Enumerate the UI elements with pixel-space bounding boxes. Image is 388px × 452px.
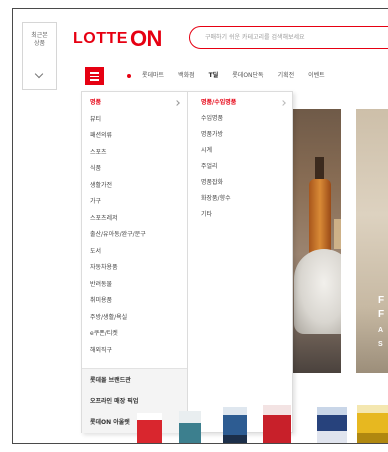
glass-shape (334, 219, 341, 249)
chevron-right-icon (280, 100, 286, 106)
product-thumbnail[interactable] (263, 405, 291, 443)
main-nav: 롯데마트 백화점 T딜 롯데ON단독 기획전 이벤트 (142, 71, 325, 81)
category-item[interactable]: 명품 (90, 98, 101, 108)
category-list: 명품 뷰티 패션의류 스포츠 식품 생활가전 가구 스포츠레저 출산/유아동/완… (82, 92, 188, 433)
product-thumbnail[interactable] (223, 407, 247, 443)
category-item[interactable]: 출산/유아동/완구/문구 (90, 230, 146, 240)
category-item[interactable]: 스포츠 (90, 148, 107, 158)
product-thumbnail[interactable] (137, 413, 162, 443)
category-menu-button[interactable] (85, 67, 104, 85)
subcategory-item[interactable]: 화장품/향수 (201, 194, 231, 204)
service-link[interactable]: 롯데ON 아울렛 (90, 418, 130, 428)
subcategory-item[interactable]: 시계 (201, 146, 212, 156)
nav-item[interactable]: 롯데마트 (142, 71, 164, 81)
category-item[interactable]: 주방/생활/욕실 (90, 313, 127, 323)
banner-text: A (378, 327, 384, 334)
banner-text: F (378, 295, 385, 306)
product-thumbnail[interactable] (317, 407, 347, 443)
category-item[interactable]: 자동차용품 (90, 263, 118, 273)
search-input[interactable] (205, 32, 388, 43)
hamburger-line-icon (90, 72, 99, 74)
side-banner-image[interactable]: F F A S (356, 109, 388, 373)
category-item[interactable]: 도서 (90, 247, 101, 257)
subcategory-item[interactable]: 명품가방 (201, 130, 223, 140)
service-link[interactable]: 롯데몰 브랜드관 (90, 376, 131, 386)
category-item[interactable]: 식품 (90, 164, 101, 174)
category-item[interactable]: 취미용품 (90, 296, 112, 306)
nav-item[interactable]: 백화점 (178, 71, 195, 81)
category-item[interactable]: 가구 (90, 197, 101, 207)
category-item[interactable]: 반려동물 (90, 280, 112, 290)
hamburger-line-icon (90, 79, 99, 81)
search-bar[interactable] (189, 26, 388, 49)
subcategory-list: 명품/수입명품 수입명품 명품가방 시계 주얼리 명품잡화 화장품/향수 기타 (188, 92, 292, 432)
lotte-on-logo[interactable]: LOTTEON (73, 26, 162, 52)
browser-frame: 최근본 상품 LOTTEON 롯데마트 백화점 T딜 롯데ON단독 기획전 이벤… (12, 8, 388, 444)
recent-viewed-label: 최근본 (31, 32, 48, 39)
plush-shape (294, 249, 341, 334)
nav-item[interactable]: 기획전 (278, 71, 295, 81)
chevron-down-icon[interactable] (34, 69, 44, 79)
chevron-right-icon (174, 100, 180, 106)
category-dropdown: 명품 뷰티 패션의류 스포츠 식품 생활가전 가구 스포츠레저 출산/유아동/완… (81, 91, 293, 433)
banner-text: S (378, 341, 383, 348)
subcategory-title[interactable]: 명품/수입명품 (201, 98, 236, 108)
hamburger-line-icon (90, 75, 99, 77)
nav-dot-icon (127, 74, 131, 78)
subcategory-item[interactable]: 기타 (201, 210, 212, 220)
nav-item[interactable]: 롯데ON단독 (232, 71, 263, 81)
bottle-neck-shape (315, 157, 324, 181)
category-item[interactable]: 생활가전 (90, 181, 112, 191)
service-links: 롯데몰 브랜드관 오프라인 매장 픽업 롯데ON 아울렛 (82, 368, 187, 433)
category-item[interactable]: 스포츠레저 (90, 214, 118, 224)
product-thumbnail[interactable] (179, 411, 201, 443)
recent-viewed-sublabel: 상품 (33, 40, 46, 47)
subcategory-item[interactable]: 수입명품 (201, 114, 223, 124)
subcategory-item[interactable]: 주얼리 (201, 162, 218, 172)
category-item[interactable]: e쿠폰/티켓 (90, 329, 118, 339)
category-item[interactable]: 패션의류 (90, 131, 112, 141)
banner-text: F (378, 309, 385, 320)
product-thumbnail[interactable] (357, 405, 388, 443)
logo-on-text: ON (129, 26, 163, 51)
logo-lotte-text: LOTTE (73, 30, 128, 47)
nav-item[interactable]: T딜 (209, 71, 219, 81)
nav-item[interactable]: 이벤트 (308, 71, 325, 81)
subcategory-item[interactable]: 명품잡화 (201, 178, 223, 188)
category-item[interactable]: 뷰티 (90, 115, 101, 125)
bottle-shape (309, 179, 331, 259)
category-item[interactable]: 해외직구 (90, 346, 112, 356)
service-link[interactable]: 오프라인 매장 픽업 (90, 397, 138, 407)
recent-viewed-box[interactable]: 최근본 상품 (22, 22, 57, 90)
